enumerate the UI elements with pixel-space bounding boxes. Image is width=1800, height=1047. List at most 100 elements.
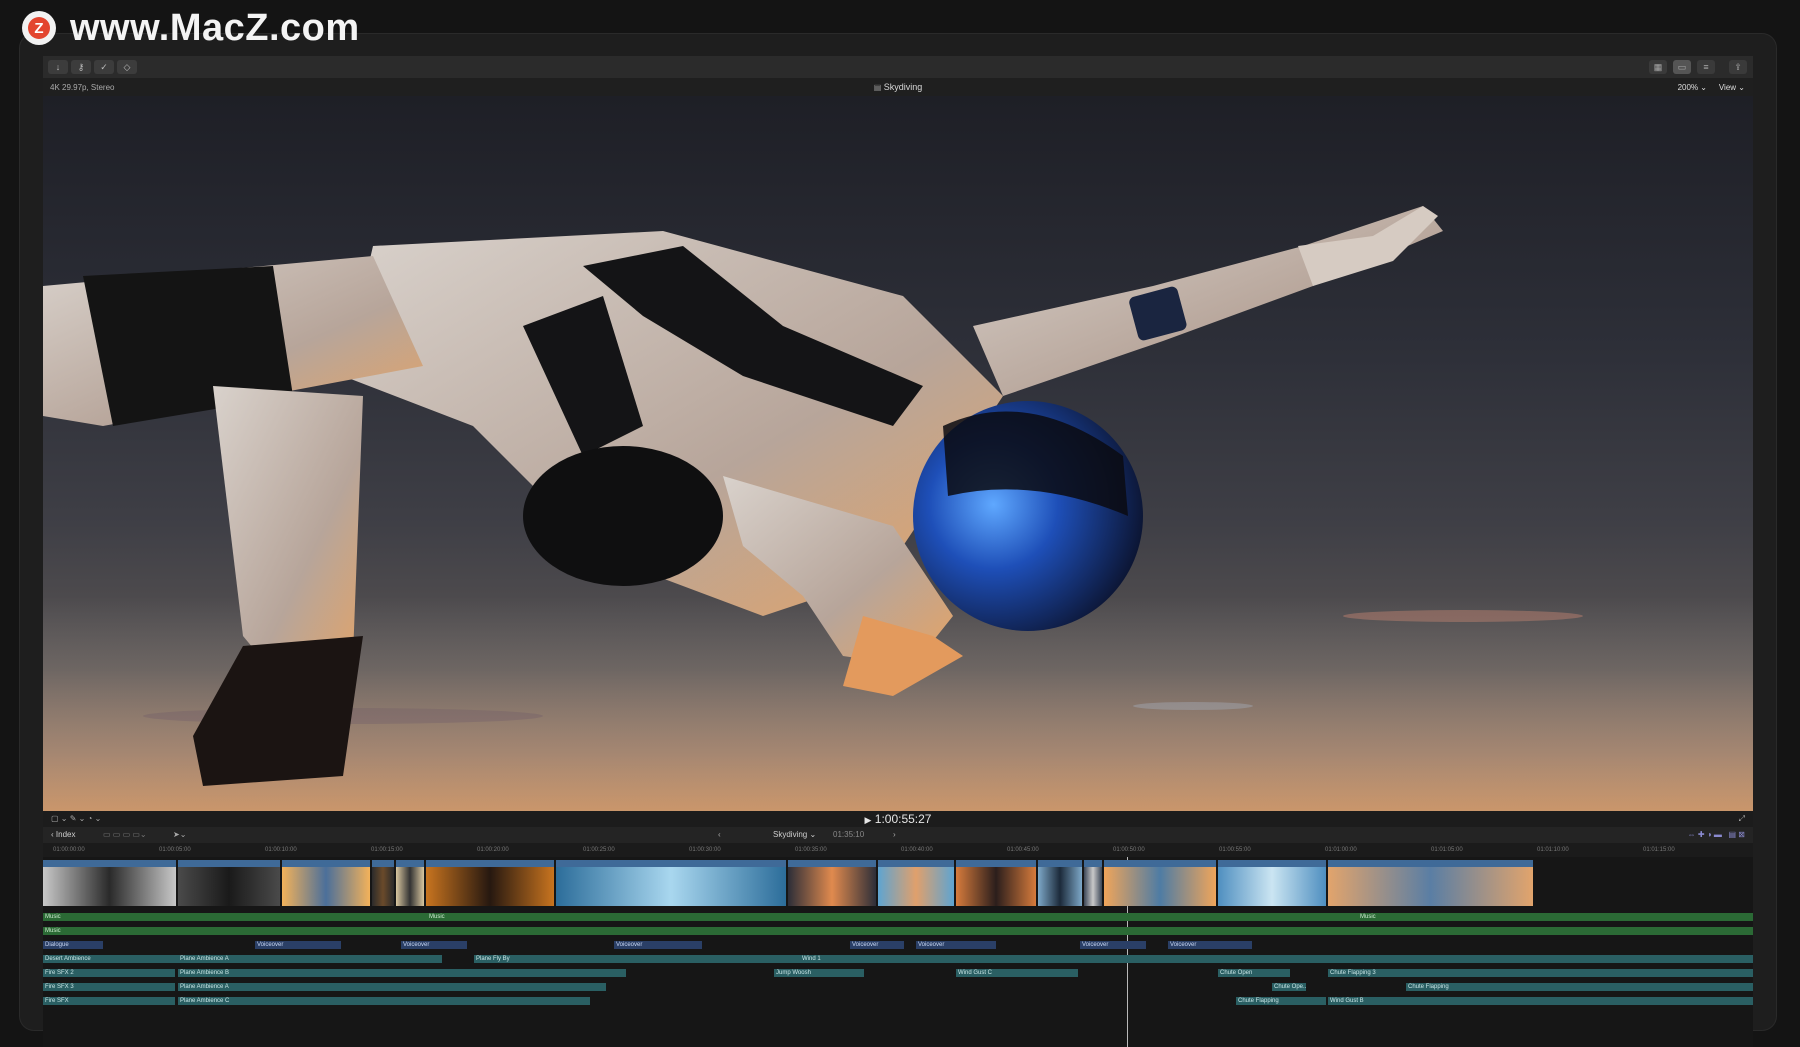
timeline-ruler[interactable]: 01:00:00:00 01:00:05:00 01:00:10:00 01:00:1… — [43, 843, 1753, 857]
video-clip[interactable]: Close... — [372, 860, 394, 906]
film-icon: ▤ — [873, 83, 882, 92]
audio-clip[interactable]: Voiceover — [916, 941, 996, 949]
sliders-icon[interactable]: ≡ — [1697, 60, 1715, 74]
view-menu[interactable]: View ⌄ — [1719, 83, 1745, 92]
forward-arrow-icon[interactable]: › — [893, 830, 896, 839]
audio-clip[interactable]: Plane Ambience A — [178, 983, 606, 991]
audio-clip[interactable]: Chute Open — [1218, 969, 1290, 977]
index-button[interactable]: ‹ Index — [51, 830, 75, 839]
video-clip-label: Helmet Visor — [180, 860, 215, 866]
audio-clip[interactable]: Chute Flapping — [1406, 983, 1753, 991]
timeline-duration: 01:35:10 — [833, 830, 865, 839]
audio-clip[interactable]: Dialogue — [43, 941, 103, 949]
video-clip[interactable]: Sunrise — [426, 860, 554, 906]
video-clip-label: Free Fall — [958, 860, 982, 866]
watermark-text: www.MacZ.com — [70, 6, 360, 49]
video-clip[interactable]: Two Shot — [396, 860, 424, 906]
video-clip[interactable]: Tou... — [1084, 860, 1102, 906]
video-clip[interactable]: Inspiration — [1104, 860, 1216, 906]
video-clip-label: Gliding to Earth — [1330, 860, 1372, 866]
video-clip-label: Gearing Up — [45, 860, 76, 866]
clip-thumbnail — [788, 867, 876, 906]
audio-clip[interactable]: Music — [427, 913, 835, 921]
analyze-icon[interactable]: ✓ — [94, 60, 114, 74]
video-clip-label: Reaching to H... — [1040, 860, 1082, 866]
audio-clip[interactable]: Plane Ambience C — [178, 997, 590, 1005]
zoom-menu[interactable]: 200% ⌄ — [1678, 83, 1707, 92]
audio-clip[interactable]: Voiceover — [1168, 941, 1252, 949]
timeline-controls-icon[interactable]: ⇔ ✚ ◑ ▬ ▤ ⊠ — [1688, 830, 1745, 839]
grid-icon[interactable]: ▦ — [1649, 60, 1667, 74]
audio-clip[interactable]: Wind 1 — [800, 955, 1753, 963]
clip-thumbnail — [1218, 867, 1326, 906]
audio-clip[interactable]: Voiceover — [401, 941, 467, 949]
tag-icon[interactable]: ◇ — [117, 60, 137, 74]
clip-thumbnail — [1038, 867, 1082, 906]
ruler-tick: 01:00:10:00 — [265, 847, 297, 853]
video-clip[interactable]: Helmet Visor — [178, 860, 280, 906]
video-clip-label: Taking Flight — [558, 860, 592, 866]
video-clip[interactable]: Horizon — [282, 860, 370, 906]
audio-clip[interactable]: Wind Gust C — [956, 969, 1078, 977]
back-arrow-icon[interactable]: ‹ — [718, 830, 721, 839]
project-name: Skydiving — [883, 82, 923, 92]
audio-clip[interactable]: Fire SFX 2 — [43, 969, 175, 977]
viewer-header: 4K 29.97p, Stereo ▤ Skydiving 200% ⌄ Vie… — [43, 78, 1753, 96]
audio-clip[interactable]: Voiceover — [850, 941, 904, 949]
keywords-icon[interactable]: ⚷ — [71, 60, 91, 74]
video-clip[interactable]: Chutes Deployed — [1218, 860, 1326, 906]
ruler-tick: 01:00:30:00 — [689, 847, 721, 853]
audio-clip[interactable]: Chute Flapping — [1236, 997, 1326, 1005]
edit-tools-icon[interactable]: ▭ ▭ ▭ ▭⌄ — [103, 830, 147, 839]
ruler-tick: 01:01:15:00 — [1643, 847, 1675, 853]
ruler-tick: 01:00:50:00 — [1113, 847, 1145, 853]
audio-clip[interactable]: Wind Gust B — [1328, 997, 1753, 1005]
audio-clip[interactable]: Music — [1358, 913, 1753, 921]
share-icon[interactable]: ⇪ — [1729, 60, 1747, 74]
timecode-display: ▶ 1:00:55:27 — [43, 812, 1753, 826]
audio-clip[interactable]: Fire SFX — [43, 997, 175, 1005]
audio-clip[interactable]: Voiceover — [1080, 941, 1146, 949]
filmstrip-icon[interactable]: ▭ — [1673, 60, 1691, 74]
clip-thumbnail — [1328, 867, 1533, 906]
video-clip[interactable]: Free Fall — [956, 860, 1036, 906]
video-clip-label: Horizon — [284, 860, 305, 866]
fullscreen-icon[interactable]: ⤢ — [1739, 814, 1745, 824]
audio-clip[interactable]: Fire SFX 3 — [43, 983, 175, 991]
audio-clip[interactable]: Plane Ambience B — [178, 969, 626, 977]
clip-thumbnail — [282, 867, 370, 906]
ruler-tick: 01:01:05:00 — [1431, 847, 1463, 853]
audio-clip[interactable]: Voiceover — [255, 941, 341, 949]
audio-clip[interactable]: Voiceover — [614, 941, 702, 949]
video-clip[interactable]: Silhouette over Earth — [878, 860, 954, 906]
play-icon[interactable]: ▶ — [865, 815, 872, 825]
audio-clip[interactable]: Music — [43, 927, 1753, 935]
clip-thumbnail — [372, 867, 394, 906]
select-tool-icon[interactable]: ➤⌄ — [173, 830, 186, 839]
viewer-title: ▤ Skydiving — [43, 82, 1753, 92]
video-clip-label: Two Shot — [398, 860, 424, 866]
clip-thumbnail — [43, 867, 176, 906]
ruler-tick: 01:00:00:00 — [53, 847, 85, 853]
skydiver-frame — [43, 206, 1753, 811]
clip-thumbnail — [178, 867, 280, 906]
video-clip[interactable]: Gliding to Earth — [1328, 860, 1533, 906]
clip-thumbnail — [426, 867, 554, 906]
video-clip[interactable]: Reaching to H... — [1038, 860, 1082, 906]
video-clip[interactable]: Soaring — [788, 860, 876, 906]
audio-clip[interactable]: Chute Ope... — [1272, 983, 1306, 991]
import-icon[interactable]: ↓ — [48, 60, 68, 74]
video-clip[interactable]: Taking Flight — [556, 860, 786, 906]
clip-thumbnail — [396, 867, 424, 906]
timeline-project-menu[interactable]: Skydiving ⌄ — [773, 830, 816, 839]
audio-clip[interactable]: Chute Flapping 3 — [1328, 969, 1753, 977]
audio-clip[interactable]: Plane Ambience A — [178, 955, 442, 963]
clip-thumbnail — [1104, 867, 1216, 906]
video-clip-label: Sunrise — [428, 860, 449, 866]
clip-thumbnail — [878, 867, 954, 906]
video-clip[interactable]: Gearing Up — [43, 860, 176, 906]
video-clip-label: Close... — [374, 860, 394, 866]
audio-clip[interactable]: Jump Woosh — [774, 969, 864, 977]
macz-logo-icon: Z — [22, 11, 56, 45]
audio-clip[interactable]: Plane Fly By — [474, 955, 802, 963]
